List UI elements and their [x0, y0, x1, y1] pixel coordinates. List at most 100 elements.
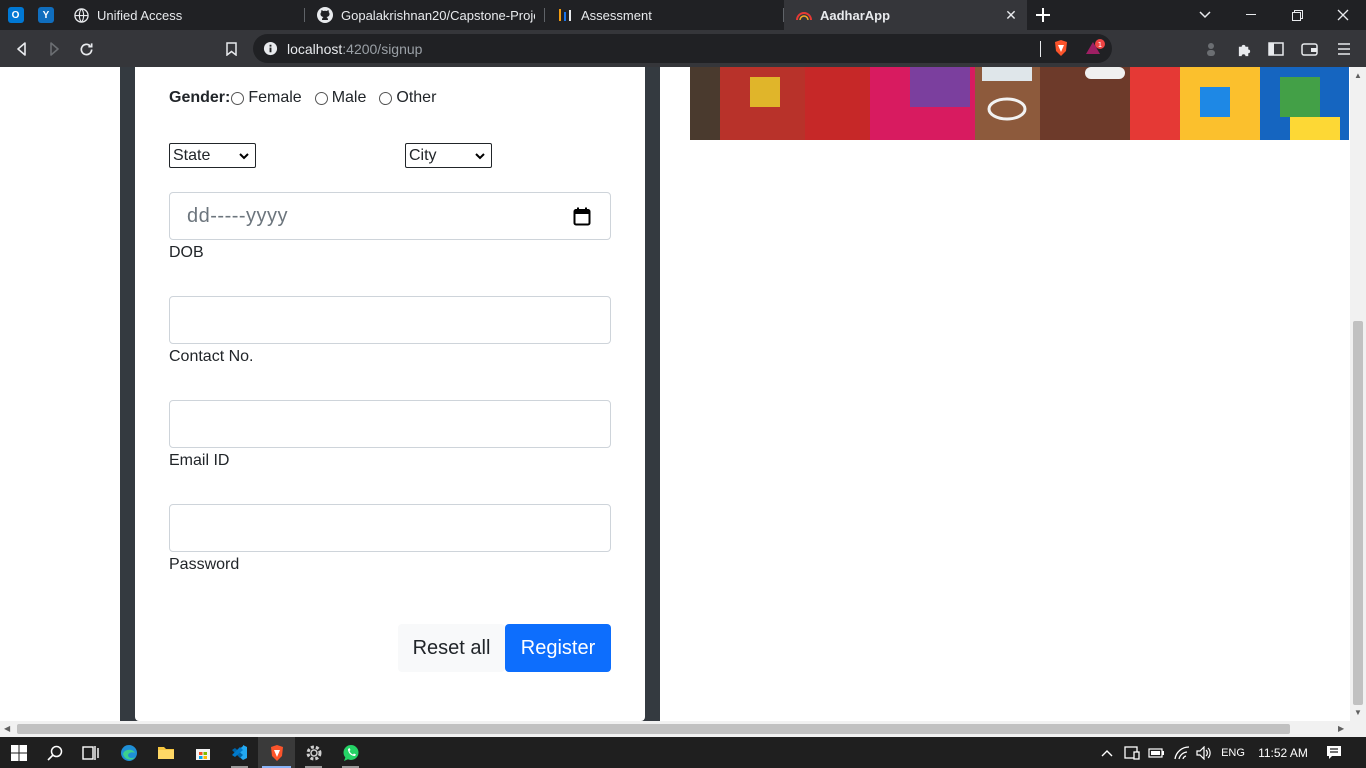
- windows-icon: [10, 744, 27, 761]
- store-icon: [195, 748, 210, 760]
- clock[interactable]: 11:52 AM: [1252, 737, 1314, 768]
- device-icon: [1124, 745, 1140, 760]
- gender-option-other[interactable]: Other: [378, 89, 436, 107]
- email-label: Email ID: [169, 452, 230, 469]
- vertical-scrollbar[interactable]: ▲ ▼: [1350, 67, 1366, 721]
- taskbar-whatsapp[interactable]: [332, 737, 369, 768]
- windows-taskbar: ENG 11:52 AM: [0, 737, 1366, 768]
- search-icon: [46, 745, 62, 761]
- dob-placeholder: dd-----yyyy: [187, 205, 289, 227]
- profile-indicator[interactable]: [1198, 36, 1224, 62]
- taskbar-edge[interactable]: [110, 737, 147, 768]
- state-select[interactable]: State: [169, 143, 256, 168]
- minimize-icon: [1246, 14, 1256, 15]
- tab-assessment[interactable]: Assessment: [545, 0, 784, 30]
- city-select[interactable]: City: [405, 143, 492, 168]
- search-button[interactable]: [36, 737, 73, 768]
- brave-icon: [270, 744, 283, 761]
- radio-other[interactable]: [379, 91, 393, 105]
- password-label: Password: [169, 556, 240, 573]
- horizontal-scrollbar[interactable]: ◀ ▶: [0, 721, 1350, 737]
- radio-female[interactable]: [231, 91, 245, 105]
- yammer-icon: Y: [38, 7, 54, 23]
- tray-wifi[interactable]: [1172, 737, 1192, 768]
- wallet-button[interactable]: [1296, 36, 1322, 62]
- close-icon: [1337, 9, 1349, 21]
- horizontal-scroll-thumb[interactable]: [17, 724, 1290, 734]
- scroll-up-icon[interactable]: ▲: [1354, 71, 1362, 80]
- tray-volume[interactable]: [1194, 737, 1214, 768]
- taskbar-store[interactable]: [184, 737, 221, 768]
- show-hidden-icons[interactable]: [1098, 737, 1116, 768]
- task-view-button[interactable]: [71, 737, 108, 768]
- dob-input[interactable]: dd-----yyyy: [169, 192, 611, 240]
- scroll-left-icon[interactable]: ◀: [4, 724, 10, 733]
- pinned-tab-outlook[interactable]: O: [0, 0, 31, 30]
- gender-option-female[interactable]: Female: [230, 89, 302, 107]
- browser-tab-strip: O Y Unified Access Gopalakrishnan20/Caps…: [0, 0, 1366, 30]
- back-button[interactable]: [9, 36, 35, 62]
- tab-github-capstone[interactable]: Gopalakrishnan20/Capstone-Project-m: [305, 0, 545, 30]
- scroll-right-icon[interactable]: ▶: [1338, 724, 1344, 733]
- tab-unified-access[interactable]: Unified Access: [61, 0, 305, 30]
- hero-photo: [690, 67, 1349, 140]
- start-button[interactable]: [0, 737, 37, 768]
- omnibox-divider: [1040, 41, 1041, 57]
- contact-input[interactable]: [169, 296, 611, 344]
- brave-rewards-icon[interactable]: 1: [1085, 39, 1107, 62]
- radio-male[interactable]: [314, 91, 328, 105]
- edge-icon: [120, 744, 137, 761]
- register-button[interactable]: Register: [505, 624, 611, 672]
- sidebar-icon: [1268, 42, 1284, 56]
- url-path: :4200/signup: [342, 40, 423, 57]
- hamburger-menu-icon: [1338, 43, 1350, 55]
- language-indicator[interactable]: ENG: [1217, 737, 1249, 768]
- forward-arrow-icon: [50, 42, 59, 56]
- taskbar-file-explorer[interactable]: [147, 737, 184, 768]
- tab-search-button[interactable]: [1182, 0, 1228, 30]
- extensions-button[interactable]: [1231, 36, 1257, 62]
- email-input[interactable]: [169, 400, 611, 448]
- plus-icon: [1036, 8, 1050, 22]
- menu-button[interactable]: [1331, 36, 1357, 62]
- contact-label: Contact No.: [169, 348, 254, 365]
- settings-gear-icon: [306, 745, 321, 760]
- action-center-button[interactable]: [1320, 737, 1348, 768]
- chevron-up-icon: [1101, 749, 1113, 756]
- tab-aadharapp[interactable]: AadharApp ✕: [784, 0, 1027, 30]
- aadhar-icon: [796, 7, 812, 23]
- address-bar[interactable]: localhost:4200/signup 1: [253, 34, 1112, 63]
- taskbar-vscode[interactable]: [221, 737, 258, 768]
- reload-button[interactable]: [73, 36, 99, 62]
- gender-option-male[interactable]: Male: [314, 89, 366, 107]
- restore-button[interactable]: [1274, 0, 1320, 30]
- minimize-button[interactable]: [1228, 0, 1274, 30]
- vertical-scroll-thumb[interactable]: [1353, 321, 1363, 705]
- taskbar-brave[interactable]: [258, 737, 295, 768]
- wallet-icon: [1300, 43, 1318, 56]
- sidebar-button[interactable]: [1263, 36, 1289, 62]
- site-info-icon[interactable]: [263, 41, 278, 61]
- bookmark-button[interactable]: [218, 36, 244, 62]
- close-window-button[interactable]: [1320, 0, 1366, 30]
- pinned-tab-yammer[interactable]: Y: [31, 0, 61, 30]
- browser-toolbar: localhost:4200/signup 1: [0, 30, 1366, 67]
- github-icon: [317, 7, 333, 23]
- battery-icon: [1147, 747, 1164, 758]
- reset-button[interactable]: Reset all: [398, 624, 505, 672]
- outlook-icon: O: [7, 7, 24, 23]
- taskbar-settings[interactable]: [295, 737, 332, 768]
- new-tab-button[interactable]: [1027, 0, 1059, 30]
- page-viewport: Gender: Female Male Other State City dd-…: [0, 67, 1350, 721]
- chevron-down-icon: [1199, 11, 1211, 19]
- brave-shields-icon[interactable]: [1053, 39, 1069, 62]
- wifi-icon: [1174, 745, 1190, 759]
- password-input[interactable]: [169, 504, 611, 552]
- calendar-icon[interactable]: [573, 207, 591, 231]
- tray-device-icon[interactable]: [1122, 737, 1142, 768]
- tray-battery[interactable]: [1146, 737, 1166, 768]
- close-tab-icon[interactable]: ✕: [1003, 7, 1019, 23]
- svg-text:1: 1: [1098, 41, 1102, 49]
- forward-button[interactable]: [41, 36, 67, 62]
- scroll-down-icon[interactable]: ▼: [1354, 708, 1362, 717]
